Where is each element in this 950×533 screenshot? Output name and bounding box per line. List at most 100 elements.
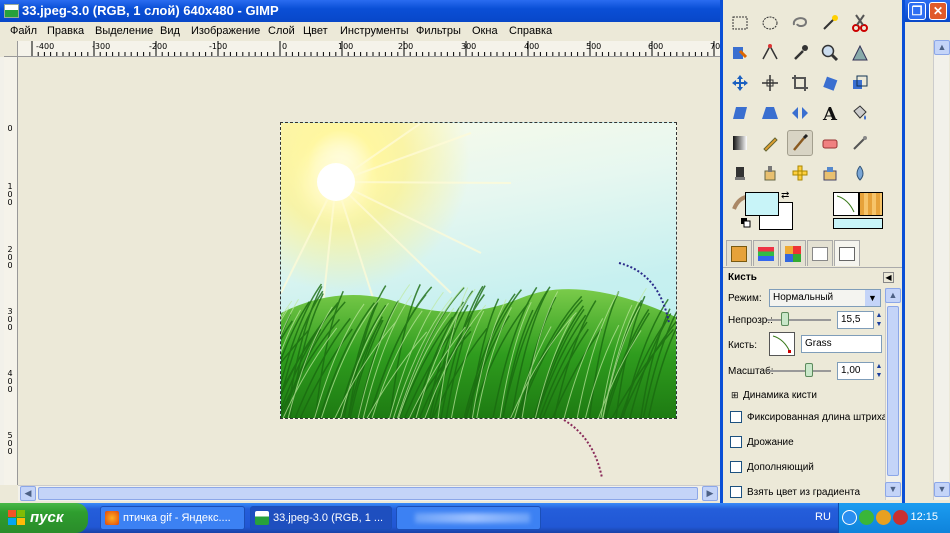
horizontal-scrollbar[interactable]: ◀ ▶ [18, 485, 720, 501]
incremental-checkbox[interactable] [730, 461, 742, 473]
tool-paintbrush[interactable] [787, 130, 813, 156]
menu-colors[interactable]: Цвет [303, 25, 328, 37]
gradient-color-checkbox[interactable] [730, 486, 742, 498]
scroll-thumb[interactable] [38, 487, 698, 500]
vertical-ruler[interactable]: 0 100 200 300 400 500 [4, 57, 18, 485]
horizontal-ruler[interactable]: -400 -300 -200 -100 0 100 200 300 400 50… [18, 41, 720, 57]
menu-select[interactable]: Выделение [95, 25, 153, 37]
active-gradient-preview[interactable] [833, 218, 883, 229]
scroll-thumb[interactable] [887, 306, 899, 476]
scroll-up-button[interactable]: ▲ [934, 40, 950, 55]
scroll-right-button[interactable]: ▶ [702, 486, 718, 501]
menu-tools[interactable]: Инструменты [340, 25, 409, 37]
scroll-up-button[interactable]: ▲ [885, 288, 901, 303]
tool-heal[interactable] [787, 160, 813, 186]
menu-image[interactable]: Изображение [191, 25, 260, 37]
close-button[interactable]: ✕ [929, 2, 947, 20]
taskbar-item-browser[interactable]: птичка gif - Яндекс.... [100, 506, 245, 530]
scale-spin[interactable]: ▲ ▼ [875, 362, 883, 380]
active-brush-preview[interactable] [833, 192, 859, 216]
taskbar-item-hidden[interactable] [396, 506, 541, 530]
scroll-down-button[interactable]: ▼ [885, 482, 901, 497]
tool-crop[interactable] [787, 70, 813, 96]
tool-zoom[interactable] [817, 40, 843, 66]
dynamics-expander[interactable]: Динамика кисти [743, 390, 817, 401]
jitter-checkbox[interactable] [730, 436, 742, 448]
reset-colors-icon[interactable] [741, 218, 751, 228]
tool-clone[interactable] [757, 160, 783, 186]
active-pattern-preview[interactable] [859, 192, 883, 216]
tool-text[interactable]: A [817, 100, 843, 126]
tool-shear[interactable] [727, 100, 753, 126]
tool-foreground-select[interactable] [727, 40, 753, 66]
opacity-slider-track[interactable] [767, 319, 831, 321]
tool-scale[interactable] [847, 70, 873, 96]
taskbar-item-gimp[interactable]: 33.jpeg-3.0 (RGB, 1 ... [250, 506, 392, 530]
brush-select-button[interactable] [769, 332, 795, 356]
start-button[interactable]: пуск [0, 503, 88, 533]
back-arrow-icon[interactable] [842, 510, 857, 525]
tool-scissors[interactable] [847, 10, 873, 36]
tool-color-picker[interactable] [787, 40, 813, 66]
tool-lasso[interactable] [787, 10, 813, 36]
language-indicator[interactable]: RU [815, 511, 831, 523]
tool-flip[interactable] [787, 100, 813, 126]
tool-move[interactable] [727, 70, 753, 96]
tool-rect-select[interactable] [727, 10, 753, 36]
tool-pencil[interactable] [757, 130, 783, 156]
tool-measure[interactable] [847, 40, 873, 66]
menu-edit[interactable]: Правка [47, 25, 84, 37]
opacity-input[interactable]: 15,5 [837, 311, 874, 329]
tool-ink[interactable] [727, 160, 753, 186]
menu-view[interactable]: Вид [160, 25, 180, 37]
foreground-color[interactable] [745, 192, 779, 216]
title-bar[interactable]: 33.jpeg-3.0 (RGB, 1 слой) 640x480 - GIMP [0, 0, 720, 22]
swap-colors-icon[interactable]: ⇄ [781, 190, 789, 201]
mode-select[interactable]: Нормальный ▼ [769, 289, 881, 307]
configure-tab-icon[interactable]: ◀ [883, 272, 894, 283]
tab-palettes[interactable] [780, 240, 806, 266]
tool-airbrush[interactable] [847, 130, 873, 156]
tool-perspective[interactable] [757, 100, 783, 126]
scale-slider-track[interactable] [767, 370, 831, 372]
scale-input[interactable]: 1,00 [837, 362, 874, 380]
opacity-slider-thumb[interactable] [781, 312, 789, 326]
expander-plus-icon[interactable]: ⊞ [731, 390, 739, 401]
brush-name-field[interactable]: Grass [801, 335, 882, 353]
tab-fonts[interactable] [807, 240, 833, 266]
incremental-label: Дополняющий [747, 462, 814, 473]
tool-blur[interactable] [847, 160, 873, 186]
tray-app-icon[interactable] [859, 510, 874, 525]
tab-layers[interactable] [753, 240, 779, 266]
canvas-area[interactable] [19, 58, 720, 485]
fixed-length-checkbox[interactable] [730, 411, 742, 423]
vertical-scrollbar[interactable]: ▲ ▼ [933, 40, 950, 500]
menu-file[interactable]: Файл [10, 25, 37, 37]
tool-fuzzy-select[interactable] [817, 10, 843, 36]
tool-ellipse-select[interactable] [757, 10, 783, 36]
tool-paths[interactable] [757, 40, 783, 66]
scroll-left-button[interactable]: ◀ [20, 486, 36, 501]
opacity-spin[interactable]: ▲ ▼ [875, 311, 883, 329]
menu-windows[interactable]: Окна [472, 25, 498, 37]
ruler-corner[interactable] [4, 41, 18, 57]
tray-app-icon[interactable] [876, 510, 891, 525]
menu-help[interactable]: Справка [509, 25, 552, 37]
tool-align[interactable] [757, 70, 783, 96]
menu-filters[interactable]: Фильтры [416, 25, 461, 37]
restore-button[interactable]: ❐ [908, 2, 926, 20]
tab-tool-options[interactable] [834, 240, 860, 266]
tool-eraser[interactable] [817, 130, 843, 156]
tool-blend[interactable] [727, 130, 753, 156]
scale-slider-thumb[interactable] [805, 363, 813, 377]
title-bar[interactable]: ❐ ✕ [905, 0, 950, 22]
tool-perspective-clone[interactable] [817, 160, 843, 186]
menu-layer[interactable]: Слой [268, 25, 295, 37]
options-scrollbar[interactable]: ▲ ▼ [885, 288, 901, 500]
tab-patterns[interactable] [726, 240, 752, 266]
scroll-down-button[interactable]: ▼ [934, 482, 950, 497]
tool-rotate[interactable] [817, 70, 843, 96]
tray-app-icon[interactable] [893, 510, 908, 525]
tool-bucket-fill[interactable] [847, 100, 873, 126]
image-canvas[interactable] [280, 122, 677, 419]
